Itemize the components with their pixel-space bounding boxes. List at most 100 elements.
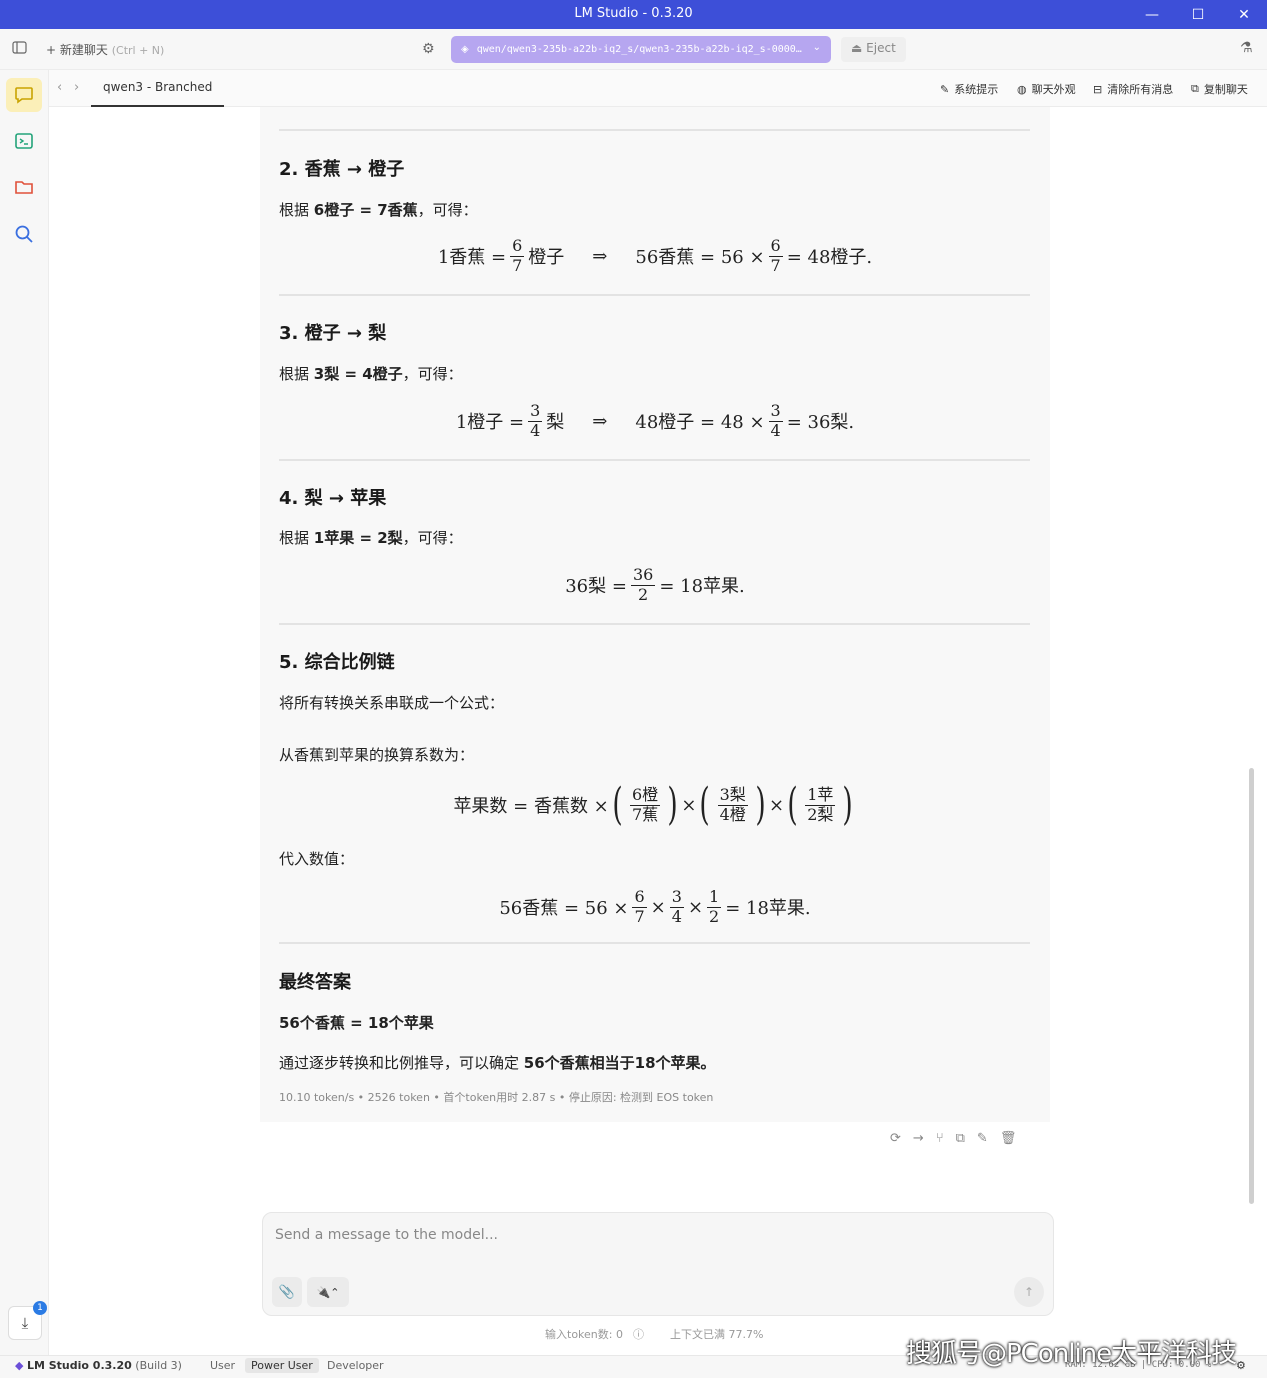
denominator: 4 xyxy=(770,420,781,440)
context-usage: 上下文已满 77.7% xyxy=(669,1328,764,1341)
continue-icon[interactable]: → xyxy=(913,1131,924,1146)
section-5-text-2: 从香蕉到苹果的换算系数为： xyxy=(279,746,475,764)
math-text: = 18苹果. xyxy=(659,576,745,597)
final-answer: 56个香蕉 = 18个苹果 xyxy=(279,1014,434,1032)
fraction: 67 xyxy=(632,887,647,926)
times-sign: × xyxy=(687,896,704,918)
tab-active-chat[interactable]: qwen3 - Branched xyxy=(91,70,225,107)
text: 根据 xyxy=(279,529,314,547)
build-label: (Build 3) xyxy=(135,1359,182,1372)
gear-icon[interactable]: ⚙ xyxy=(422,41,435,57)
implies-arrow: ⇒ xyxy=(592,245,608,267)
developer-nav-button[interactable] xyxy=(6,124,42,158)
sidebar-toggle-icon[interactable] xyxy=(12,40,27,59)
divider xyxy=(279,129,1030,131)
maximize-button[interactable]: ☐ xyxy=(1175,0,1221,29)
fraction: 34 xyxy=(528,401,543,440)
settings-gear-icon[interactable]: ⚙ xyxy=(1236,1359,1246,1372)
eject-button[interactable]: ⏏ Eject xyxy=(841,37,906,62)
models-nav-button[interactable] xyxy=(6,170,42,204)
flask-icon[interactable]: ⚗ xyxy=(1240,40,1253,56)
delete-icon[interactable]: 🗑 xyxy=(1000,1131,1017,1146)
times-sign: × xyxy=(650,896,666,918)
app-version: ◆ LM Studio 0.3.20 (Build 3) xyxy=(15,1359,182,1372)
new-chat-shortcut: (Ctrl + N) xyxy=(111,44,165,57)
window-title: LM Studio - 0.3.20 xyxy=(574,6,693,21)
chat-nav-button[interactable] xyxy=(6,78,42,112)
new-chat-button[interactable]: + 新建聊天 (Ctrl + N) xyxy=(46,41,164,58)
model-id: qwen/qwen3-235b-a22b-iq2_s/qwen3-235b-a2… xyxy=(476,44,802,55)
rule: 1苹果 = 2梨 xyxy=(313,529,403,547)
numerator: 6橙 xyxy=(629,785,661,806)
paperclip-icon: 📎 xyxy=(278,1284,296,1300)
search-nav-button[interactable] xyxy=(6,217,42,251)
clear-messages-label: 清除所有消息 xyxy=(1107,83,1174,96)
numerator: 6 xyxy=(510,236,525,257)
mode-user[interactable]: User xyxy=(204,1358,241,1373)
equation-3: 1橙子 = 34 梨 ⇒ 48橙子 = 48 × 34 = 36梨. xyxy=(260,398,1050,444)
palette-icon: ◍ xyxy=(1017,82,1027,96)
equation-5: 苹果数 = 香蕉数 × (6橙 7蕉) × (3梨 4橙) × (1苹 2梨) xyxy=(453,779,854,830)
mode-developer[interactable]: Developer xyxy=(321,1358,390,1373)
downloads-count: 1 xyxy=(33,1301,47,1315)
copy-icon: ⧉ xyxy=(1191,82,1199,95)
close-button[interactable]: ✕ xyxy=(1221,0,1267,29)
fraction: 1苹 2梨 xyxy=(805,785,836,824)
branch-icon[interactable]: ⑂ xyxy=(936,1131,944,1146)
regenerate-icon[interactable]: ⟳ xyxy=(890,1131,901,1146)
lmstudio-logo-icon: ◆ xyxy=(15,1359,24,1372)
chat-appearance-label: 聊天外观 xyxy=(1031,83,1076,96)
back-icon[interactable]: ‹ xyxy=(57,80,62,95)
help-icon[interactable]: ⓘ xyxy=(633,1326,644,1342)
section-5-heading: 5. 综合比例链 xyxy=(279,652,395,673)
attach-button[interactable]: 📎 xyxy=(272,1277,302,1307)
denominator: 7 xyxy=(634,906,645,926)
numerator: 3梨 xyxy=(717,785,748,806)
math-text: = 18苹果. xyxy=(725,898,811,919)
minimize-button[interactable]: — xyxy=(1129,0,1175,29)
times-sign: × xyxy=(681,794,697,816)
text: 根据 xyxy=(279,201,314,219)
denominator: 2 xyxy=(638,584,649,604)
scrollbar[interactable] xyxy=(1249,768,1254,1204)
denominator: 2梨 xyxy=(807,804,834,824)
text: 通过逐步转换和比例推导，可以确定 xyxy=(279,1054,524,1072)
message-input-box[interactable]: Send a message to the model... 📎 🔌⌃ ↑ xyxy=(262,1212,1054,1316)
generation-stats: 10.10 token/s • 2526 token • 首个token用时 2… xyxy=(279,1091,714,1104)
fraction: 67 xyxy=(510,236,525,275)
mode-power-user[interactable]: Power User xyxy=(245,1358,319,1373)
section-4-heading: 4. 梨 → 苹果 xyxy=(279,488,387,509)
arrow-up-icon: ↑ xyxy=(1023,1285,1035,1299)
chat-appearance-button[interactable]: ◍ 聊天外观 xyxy=(1017,81,1076,97)
clear-messages-button[interactable]: ⊟ 清除所有消息 xyxy=(1093,81,1173,97)
denominator: 4橙 xyxy=(719,804,746,824)
fraction: 3梨 4橙 xyxy=(717,785,748,824)
math-text: 苹果数 = 香蕉数 × xyxy=(453,796,609,817)
section-5-text-1: 将所有转换关系串联成一个公式： xyxy=(279,694,505,712)
system-prompt-button[interactable]: ✎ 系统提示 xyxy=(940,81,998,97)
text: ，可得： xyxy=(402,365,463,383)
rule: 3梨 = 4橙子 xyxy=(313,365,403,383)
title-bar: LM Studio - 0.3.20 — ☐ ✕ xyxy=(0,0,1267,29)
fraction: 34 xyxy=(669,887,684,926)
copy-icon[interactable]: ⧉ xyxy=(956,1131,965,1146)
substitute-label: 代入数值： xyxy=(279,850,355,868)
denominator: 4 xyxy=(530,420,541,440)
duplicate-chat-button[interactable]: ⧉ 复制聊天 xyxy=(1191,81,1248,97)
terminal-icon xyxy=(15,133,33,149)
eject-icon: ⏏ xyxy=(851,41,863,55)
message-input[interactable]: Send a message to the model... xyxy=(275,1227,498,1243)
final-summary: 通过逐步转换和比例推导，可以确定 56个香蕉相当于18个苹果。 xyxy=(279,1052,716,1073)
forward-icon[interactable]: › xyxy=(74,80,79,95)
implies-arrow: ⇒ xyxy=(592,410,608,432)
integrations-button[interactable]: 🔌⌃ xyxy=(307,1277,349,1307)
edit-icon[interactable]: ✎ xyxy=(977,1131,988,1146)
folder-icon xyxy=(15,181,33,194)
downloads-button[interactable]: ⤓ 1 xyxy=(8,1301,47,1340)
fraction: 12 xyxy=(707,887,722,926)
model-selector[interactable]: ◈ qwen/qwen3-235b-a22b-iq2_s/qwen3-235b-… xyxy=(451,36,831,63)
send-button[interactable]: ↑ xyxy=(1014,1277,1044,1307)
left-rail xyxy=(0,70,49,1355)
denominator: 7 xyxy=(512,255,523,275)
top-toolbar: + 新建聊天 (Ctrl + N) ⚙ ◈ qwen/qwen3-235b-a2… xyxy=(0,29,1267,70)
